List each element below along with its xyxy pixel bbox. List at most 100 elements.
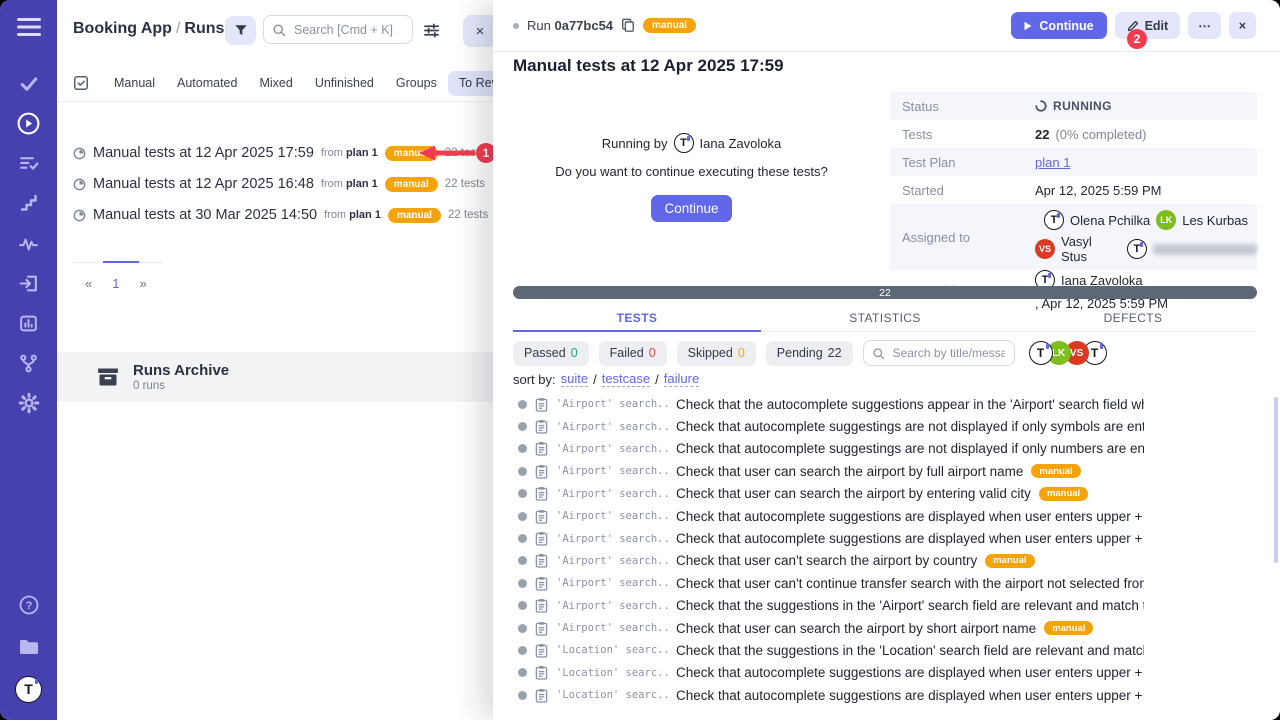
pagination-page-1[interactable]: 1 xyxy=(112,276,119,291)
tab-mixed[interactable]: Mixed xyxy=(248,70,303,96)
test-list-item[interactable]: 'Airport' search... Check that user can'… xyxy=(493,550,1280,572)
more-button[interactable]: ⋯ xyxy=(1188,12,1221,39)
test-list-item[interactable]: 'Airport' search... Check that user can … xyxy=(493,460,1280,482)
sidebar-item-test-cases[interactable] xyxy=(0,146,57,180)
close-run-button[interactable]: × xyxy=(1229,12,1256,39)
testcase-icon xyxy=(535,419,548,434)
test-suite: 'Airport' search... xyxy=(556,488,668,500)
test-list-item[interactable]: 'Airport' search... Check that autocompl… xyxy=(493,438,1280,460)
hamburger-menu-button[interactable] xyxy=(0,10,57,44)
hamburger-icon xyxy=(17,18,41,36)
progress-bar[interactable]: 22 xyxy=(513,286,1257,299)
scrollbar[interactable] xyxy=(1274,397,1278,563)
test-suite: 'Location' searc... xyxy=(556,644,668,656)
assignee-name: Les Kurbas xyxy=(1182,213,1248,228)
tab-unfinished[interactable]: Unfinished xyxy=(304,70,385,96)
test-list-item[interactable]: 'Location' searc... Check that autocompl… xyxy=(493,684,1280,706)
assignee-avatars[interactable]: T LK VS T xyxy=(1029,341,1107,365)
assignee-name: Vasyl Stus xyxy=(1061,234,1121,264)
run-info-table: Status RUNNING Tests 22(0% completed) Te… xyxy=(890,92,1257,311)
sort-by-failure[interactable]: failure xyxy=(664,371,699,387)
sidebar-item-import[interactable] xyxy=(0,266,57,300)
filter-passed[interactable]: Passed0 xyxy=(513,341,589,366)
help-button[interactable]: ? xyxy=(0,588,57,622)
filter-failed[interactable]: Failed0 xyxy=(599,341,667,366)
run-list-item[interactable]: Manual tests at 12 Apr 2025 16:48 from p… xyxy=(73,173,493,195)
sidebar-item-runs[interactable] xyxy=(0,106,57,140)
run-plan-link[interactable]: plan 1 xyxy=(349,209,381,221)
testcase-icon xyxy=(535,486,548,501)
help-icon: ? xyxy=(18,594,40,616)
test-list-item[interactable]: 'Airport' search... Check that autocompl… xyxy=(493,527,1280,549)
version-branch-icon xyxy=(18,353,39,374)
test-list-item[interactable]: 'Location' searc... Check that the sugge… xyxy=(493,639,1280,661)
test-title: Check that autocomplete suggestings are … xyxy=(676,419,1144,434)
sort-by-suite[interactable]: suite xyxy=(561,371,588,387)
testcase-icon xyxy=(535,397,548,412)
test-plan-link[interactable]: plan 1 xyxy=(1035,155,1070,170)
search-input[interactable] xyxy=(292,22,406,38)
sidebar-item-configurations[interactable] xyxy=(0,346,57,380)
tests-search-input[interactable] xyxy=(891,345,1007,361)
manual-badge: manual xyxy=(1031,464,1080,478)
run-list-item[interactable]: Manual tests at 30 Mar 2025 14:50 from p… xyxy=(73,204,493,226)
panel-close-button[interactable]: × xyxy=(463,15,497,47)
test-suite: 'Airport' search... xyxy=(556,533,668,545)
test-list-item[interactable]: 'Airport' search... Check that user can … xyxy=(493,483,1280,505)
pagination-next[interactable]: » xyxy=(139,276,146,291)
tab-manual[interactable]: Manual xyxy=(103,70,166,96)
continue-button[interactable]: Continue xyxy=(1011,12,1106,39)
sidebar-item-activity[interactable] xyxy=(0,226,57,260)
test-list-item[interactable]: 'Location' searc... Check that autocompl… xyxy=(493,662,1280,684)
testcase-icon xyxy=(535,464,548,479)
test-list-item[interactable]: 'Airport' search... Check that the autoc… xyxy=(493,393,1280,415)
sidebar-item-reports[interactable] xyxy=(0,306,57,340)
continue-prompt-button[interactable]: Continue xyxy=(651,195,731,222)
close-icon: × xyxy=(1239,19,1246,33)
sidebar-item-milestones[interactable] xyxy=(0,186,57,220)
filter-skipped[interactable]: Skipped0 xyxy=(677,341,756,366)
run-plan-link[interactable]: plan 1 xyxy=(346,178,378,190)
test-list-item[interactable]: 'Airport' search... Check that autocompl… xyxy=(493,505,1280,527)
user-avatar-button[interactable]: T xyxy=(0,672,57,706)
test-list-item[interactable]: 'Airport' search... Check that the sugge… xyxy=(493,595,1280,617)
run-plan-link[interactable]: plan 1 xyxy=(346,147,378,159)
filter-pending[interactable]: Pending22 xyxy=(766,341,853,366)
tab-tests[interactable]: TESTS xyxy=(513,304,761,331)
run-title: Manual tests at 12 Apr 2025 17:59 xyxy=(93,145,314,161)
tab-statistics[interactable]: STATISTICS xyxy=(761,304,1009,331)
info-row-assigned: Assigned to T Olena Pchilka LK Les Kurba… xyxy=(890,204,1257,270)
test-title: Check that autocomplete suggestions are … xyxy=(676,531,1144,546)
testcase-icon xyxy=(535,576,548,591)
folder-icon xyxy=(18,637,40,657)
avatar: T xyxy=(1029,341,1053,365)
archive-title: Runs Archive xyxy=(133,362,229,379)
sort-by-testcase[interactable]: testcase xyxy=(602,371,650,387)
test-list-item[interactable]: 'Airport' search... Check that user can … xyxy=(493,617,1280,639)
filter-button[interactable] xyxy=(225,16,256,45)
tab-automated[interactable]: Automated xyxy=(166,70,248,96)
untested-dot-icon xyxy=(518,534,527,543)
runner-name: Iana Zavoloka xyxy=(700,136,782,151)
sidebar-item-settings[interactable] xyxy=(0,386,57,420)
view-settings-button[interactable] xyxy=(423,22,440,39)
sidebar-item-tests[interactable] xyxy=(0,66,57,100)
select-all-icon[interactable] xyxy=(73,75,89,91)
edit-button[interactable]: Edit xyxy=(1115,12,1181,39)
testcase-icon xyxy=(535,509,548,524)
runs-archive[interactable]: Runs Archive 0 runs xyxy=(57,352,493,402)
projects-button[interactable] xyxy=(0,630,57,664)
tab-defects[interactable]: DEFECTS xyxy=(1009,304,1257,331)
test-list-item[interactable]: 'Airport' search... Check that autocompl… xyxy=(493,415,1280,437)
copy-icon[interactable] xyxy=(621,18,635,33)
tab-groups[interactable]: Groups xyxy=(385,70,448,96)
avatar: LK xyxy=(1156,210,1176,230)
assignee-name: Olena Pchilka xyxy=(1070,213,1150,228)
sort-label: sort by: xyxy=(513,372,556,387)
breadcrumb-project[interactable]: Booking App xyxy=(73,20,172,37)
report-icon xyxy=(18,313,39,334)
progress-value: 22 xyxy=(879,287,891,299)
pagination-prev[interactable]: « xyxy=(85,276,92,291)
test-title: Check that autocomplete suggestings are … xyxy=(676,441,1144,456)
test-list-item[interactable]: 'Airport' search... Check that user can'… xyxy=(493,572,1280,594)
